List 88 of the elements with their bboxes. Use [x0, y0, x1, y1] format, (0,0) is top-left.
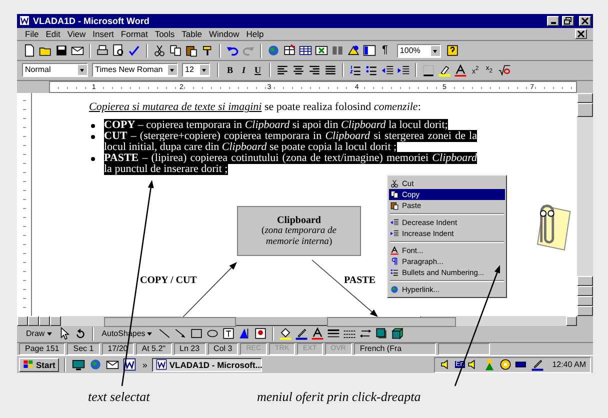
status-field: Ln 23	[174, 342, 206, 355]
clipboard-title: Clipboard	[277, 214, 321, 226]
font-field[interactable]: Times New Roman	[92, 63, 178, 78]
status-field: Sec 1	[67, 342, 100, 355]
document-map-icon[interactable]	[362, 43, 377, 58]
restore-button[interactable]	[562, 16, 574, 26]
underline-button[interactable]: U	[250, 62, 266, 78]
equation-icon[interactable]	[496, 62, 512, 78]
copy-icon	[390, 190, 399, 200]
vertical-scrollbar[interactable]	[577, 93, 593, 316]
text-box-icon[interactable]	[221, 326, 236, 342]
numbered-list-icon[interactable]	[348, 62, 364, 78]
bullet-icon	[91, 135, 95, 140]
help-icon[interactable]	[444, 43, 460, 58]
close-icon	[581, 16, 589, 25]
print-preview-icon[interactable]	[111, 43, 126, 58]
status-field: At 5.2"	[136, 342, 172, 355]
paragraph-mark-icon	[390, 257, 399, 266]
menu-item[interactable]: File	[23, 29, 41, 40]
restore-icon	[564, 16, 572, 25]
window-title: VLADA1D - Microsoft Word	[33, 16, 150, 26]
indent-icon	[390, 229, 399, 238]
disc-icon[interactable]	[498, 357, 514, 372]
new-document-icon[interactable]	[22, 43, 37, 58]
paste-icon[interactable]	[184, 43, 199, 58]
close-document-button[interactable]	[575, 29, 587, 40]
pen-icon[interactable]	[530, 357, 546, 372]
menu-item[interactable]: Insert	[90, 29, 116, 40]
menu-item[interactable]: Help	[244, 29, 266, 40]
font-color-icon[interactable]	[310, 326, 326, 342]
start-button[interactable]: Start	[19, 358, 60, 372]
scissors-icon	[390, 179, 399, 188]
bullet-text: COPY – copierea temporara in Clipboard si apoi din Clipboard la locul dorit;	[104, 120, 449, 132]
minimize-button[interactable]	[547, 16, 559, 26]
paste-icon	[390, 201, 399, 210]
scissors-icon[interactable]	[152, 43, 167, 58]
diagram-arrow	[312, 260, 378, 317]
bullet-icon	[91, 124, 95, 128]
clock: 12:40 AM	[552, 360, 586, 370]
minimize-icon	[550, 22, 556, 24]
intro-paragraph: Copierea si mutarea de texte si imagini se poate realiza folosind comenzile:	[89, 101, 422, 114]
language-field: French (Fra	[354, 342, 436, 355]
status-field: Page 151	[19, 342, 66, 355]
italic-button[interactable]: I	[238, 62, 250, 78]
spelling-icon[interactable]	[127, 43, 142, 58]
bullet-text: PASTE – (lipirea) copierea cotinutului (zona de text/imagine) memoriei Clipboard la punctul de inserare dorit ;	[104, 153, 477, 176]
zoom-field[interactable]: 100%	[396, 44, 441, 58]
document-icon	[156, 359, 168, 370]
clipboard-subtitle: (zona temporara de memorie interna)	[260, 226, 338, 248]
desktop-icon[interactable]	[71, 357, 86, 372]
bulleted-list-icon	[390, 268, 399, 278]
bullet-text: CUT – (stergere+copiere) copierea temporara in Clipboard si stergerea zonei de la locul initial, dupa care din Clipboard se poate copia la locul dorit ;	[104, 131, 477, 154]
menu-item[interactable]: Window	[207, 29, 242, 40]
menu-item[interactable]: Tools	[152, 29, 177, 40]
caret-icon	[147, 332, 152, 336]
menu-item[interactable]: Edit	[44, 29, 62, 40]
menu-item[interactable]: Table	[180, 29, 204, 40]
style-field[interactable]: Normal	[22, 63, 88, 78]
close-icon	[577, 30, 585, 38]
globe-icon	[390, 285, 399, 294]
caption: meniul oferit prin click-dreapta	[257, 389, 421, 405]
font-color-icon	[390, 246, 399, 256]
bullet-icon	[91, 157, 95, 162]
picture-icon[interactable]	[253, 326, 268, 342]
windows-logo-icon	[23, 359, 34, 370]
save-icon[interactable]	[54, 43, 69, 58]
more-button[interactable]: »	[139, 360, 150, 370]
close-button[interactable]	[579, 16, 591, 26]
caption: text selectat	[88, 389, 150, 405]
font-size-field[interactable]: 12	[182, 63, 210, 78]
menu-item[interactable]: Format	[118, 29, 150, 40]
status-field: Col 3	[208, 342, 238, 355]
show-formatting-button[interactable]: ¶	[378, 43, 392, 58]
border-icon[interactable]	[421, 62, 436, 78]
menu-item[interactable]: View	[65, 29, 88, 40]
fill-color-icon[interactable]	[278, 326, 294, 342]
draw-menu[interactable]: Draw	[22, 326, 56, 342]
taskbar-button[interactable]: VLADA1D - Microsoft...	[152, 358, 262, 372]
shadow-square-icon[interactable]	[374, 326, 390, 342]
copy-icon[interactable]	[168, 43, 183, 58]
caret-icon	[46, 332, 52, 336]
copy-cut-label: COPY / CUT	[140, 275, 197, 286]
cube-icon[interactable]	[390, 326, 406, 342]
font-color-icon[interactable]	[453, 62, 468, 78]
paste-label: PASTE	[344, 275, 376, 286]
outdent-icon	[390, 218, 399, 228]
line-color-icon[interactable]	[294, 326, 310, 342]
bold-button[interactable]: B	[223, 62, 238, 78]
